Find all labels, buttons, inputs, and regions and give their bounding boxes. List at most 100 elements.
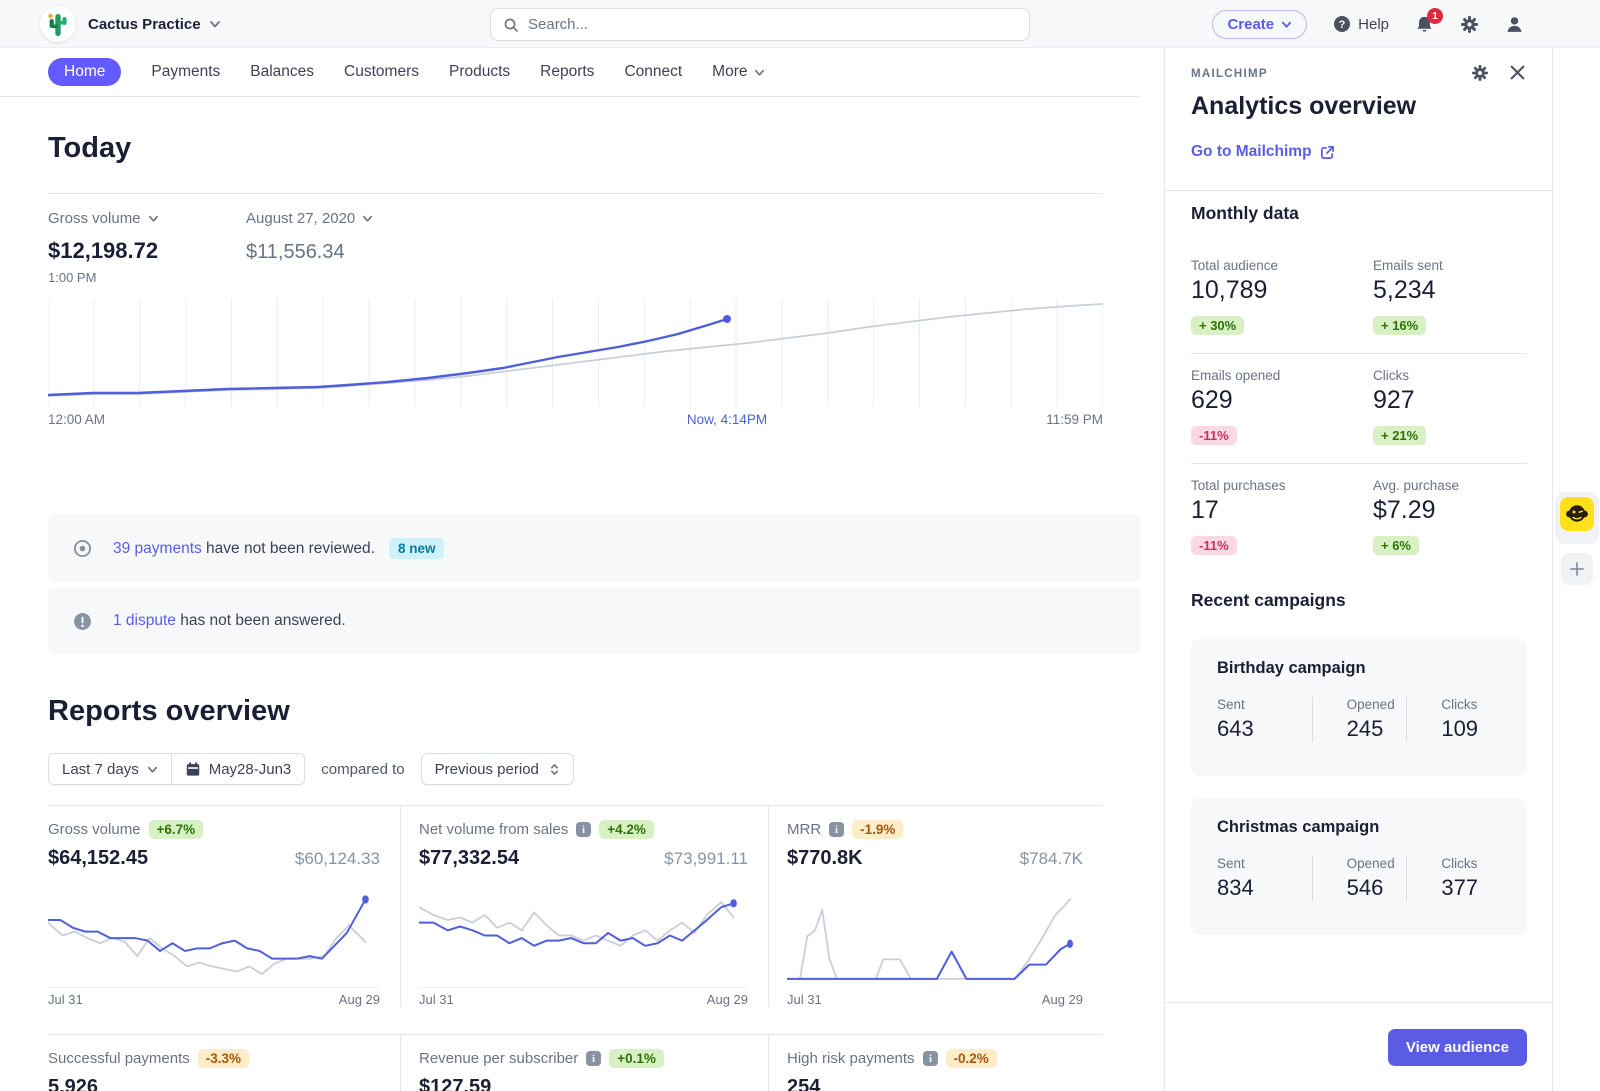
payments-review-text: 39 payments have not been reviewed.8 new (113, 538, 444, 559)
gear-icon (1471, 64, 1489, 82)
chevron-down-icon (754, 67, 765, 78)
tab-customers[interactable]: Customers (344, 63, 419, 81)
spark-axis-start: Jul 31 (419, 992, 454, 1007)
card-compare-value: $73,991.11 (664, 849, 748, 869)
stat-label: Clicks (1441, 697, 1501, 712)
gear-icon (1460, 15, 1479, 34)
help-button[interactable]: ? Help (1333, 15, 1389, 33)
report-metric-cards: Gross volume +6.7% $64,152.45 $60,124.33… (48, 805, 1103, 1007)
campaign-stat-opened: Opened 546 (1312, 856, 1407, 901)
divider (1191, 353, 1527, 354)
sparkline-container (48, 884, 380, 988)
tab-products[interactable]: Products (449, 63, 510, 81)
change-badge: -0.2% (946, 1049, 997, 1068)
emails-opened-metric: Emails opened 629 -11% (1191, 368, 1373, 445)
gross-volume-card[interactable]: Gross volume +6.7% $64,152.45 $60,124.33… (48, 806, 400, 1007)
tab-connect[interactable]: Connect (624, 63, 682, 81)
dispute-link[interactable]: 1 dispute (113, 612, 176, 629)
tab-more[interactable]: More (712, 63, 764, 81)
cactus-logo-icon (40, 6, 76, 42)
campaign-stat-clicks: Clicks 109 (1406, 697, 1501, 742)
stat-value: 546 (1347, 875, 1407, 901)
profile-button[interactable] (1505, 15, 1524, 34)
app-rail (1552, 48, 1600, 1091)
metric-badge: + 16% (1373, 316, 1426, 335)
card-label: High risk payments (787, 1050, 915, 1067)
create-label: Create (1227, 16, 1274, 33)
search-input[interactable] (528, 16, 1017, 33)
view-audience-button[interactable]: View audience (1388, 1029, 1527, 1066)
stat-value: 834 (1217, 875, 1312, 901)
divider (48, 193, 1103, 194)
birthday-campaign-card[interactable]: Birthday campaign Sent 643 Opened 245 Cl… (1191, 639, 1527, 776)
change-badge: -1.9% (852, 820, 903, 839)
spark-axis-end: Aug 29 (707, 992, 748, 1007)
card-value: 5,926 (48, 1076, 98, 1091)
avg-purchase-metric: Avg. purchase $7.29 + 6% (1373, 478, 1527, 555)
range-preset-button[interactable]: Last 7 days (49, 754, 171, 784)
gross-volume-metric-select[interactable]: Gross volume (48, 210, 159, 227)
account-switcher[interactable]: Cactus Practice (88, 0, 221, 48)
total-purchases-metric: Total purchases 17 -11% (1191, 478, 1373, 555)
net-volume-card[interactable]: Net volume from sales i +4.2% $77,332.54… (400, 806, 768, 1007)
mailchimp-panel: MAILCHIMP Analytics overview (1164, 48, 1552, 1091)
info-icon: i (829, 822, 844, 837)
compare-date-select[interactable]: August 27, 2020 (246, 210, 373, 227)
campaign-stat-clicks: Clicks 377 (1406, 856, 1501, 901)
report-filters: Last 7 days May28-Jun3 compared to Previ… (48, 753, 574, 785)
metric-label: Avg. purchase (1373, 478, 1527, 493)
info-icon: i (923, 1051, 938, 1066)
metric-value: 927 (1373, 386, 1527, 415)
gross-volume-sparkline (48, 884, 380, 987)
spark-axis-end: Aug 29 (1042, 992, 1083, 1007)
metric-label: Total purchases (1191, 478, 1373, 493)
settings-button[interactable] (1460, 15, 1479, 34)
spark-axis-start: Jul 31 (48, 992, 83, 1007)
card-label: Successful payments (48, 1050, 190, 1067)
spark-axis-end: Aug 29 (339, 992, 380, 1007)
change-badge: +4.2% (599, 820, 654, 839)
question-circle-icon: ? (1333, 15, 1351, 33)
chevron-down-icon (1281, 19, 1292, 30)
compare-period-select[interactable]: Previous period (421, 753, 574, 785)
notifications-button[interactable]: 1 (1415, 15, 1434, 34)
stat-value: 245 (1347, 716, 1407, 742)
chevron-down-icon (147, 764, 158, 775)
stat-value: 377 (1441, 875, 1501, 901)
christmas-campaign-card[interactable]: Christmas campaign Sent 834 Opened 546 C… (1191, 798, 1527, 935)
divider (1165, 190, 1553, 191)
metric-value: 5,234 (1373, 276, 1527, 305)
metric-label: Total audience (1191, 258, 1373, 273)
custom-date-label: May28-Jun3 (209, 761, 292, 778)
review-eye-icon (73, 539, 92, 558)
card-compare-value: $60,124.33 (295, 849, 380, 869)
panel-close-button[interactable] (1509, 64, 1526, 82)
metric-value: 629 (1191, 386, 1373, 415)
custom-date-button[interactable]: May28-Jun3 (171, 754, 305, 784)
tab-payments[interactable]: Payments (151, 63, 220, 81)
panel-settings-button[interactable] (1471, 64, 1489, 82)
chevron-down-icon (148, 213, 159, 224)
global-search[interactable] (490, 8, 1030, 41)
add-app-button[interactable] (1561, 553, 1593, 585)
tab-balances[interactable]: Balances (250, 63, 314, 81)
go-to-mailchimp-link[interactable]: Go to Mailchimp (1191, 143, 1527, 161)
change-badge: +6.7% (149, 820, 204, 839)
revenue-per-subscriber-card[interactable]: Revenue per subscriber i +0.1% $127.59 (400, 1035, 768, 1091)
high-risk-payments-card[interactable]: High risk payments i -0.2% 254 (768, 1035, 1103, 1091)
successful-payments-card[interactable]: Successful payments -3.3% 5,926 (48, 1035, 400, 1091)
mrr-card[interactable]: MRR i -1.9% $770.8K $784.7K Jul 31 Aug 2… (768, 806, 1103, 1007)
calendar-icon (185, 761, 201, 777)
dispute-alert: 1 dispute has not been answered. (48, 588, 1140, 654)
account-name: Cactus Practice (88, 16, 201, 33)
chart-axis-end: 11:59 PM (1046, 412, 1103, 427)
metric-badge: + 21% (1373, 426, 1426, 445)
mailchimp-app-icon[interactable] (1560, 497, 1594, 531)
payments-link[interactable]: 39 payments (113, 540, 202, 557)
dispute-text: 1 dispute has not been answered. (113, 612, 346, 630)
create-button[interactable]: Create (1212, 10, 1307, 39)
tab-home[interactable]: Home (48, 58, 121, 86)
change-badge: -3.3% (198, 1049, 249, 1068)
stat-value: 109 (1441, 716, 1501, 742)
tab-reports[interactable]: Reports (540, 63, 594, 81)
